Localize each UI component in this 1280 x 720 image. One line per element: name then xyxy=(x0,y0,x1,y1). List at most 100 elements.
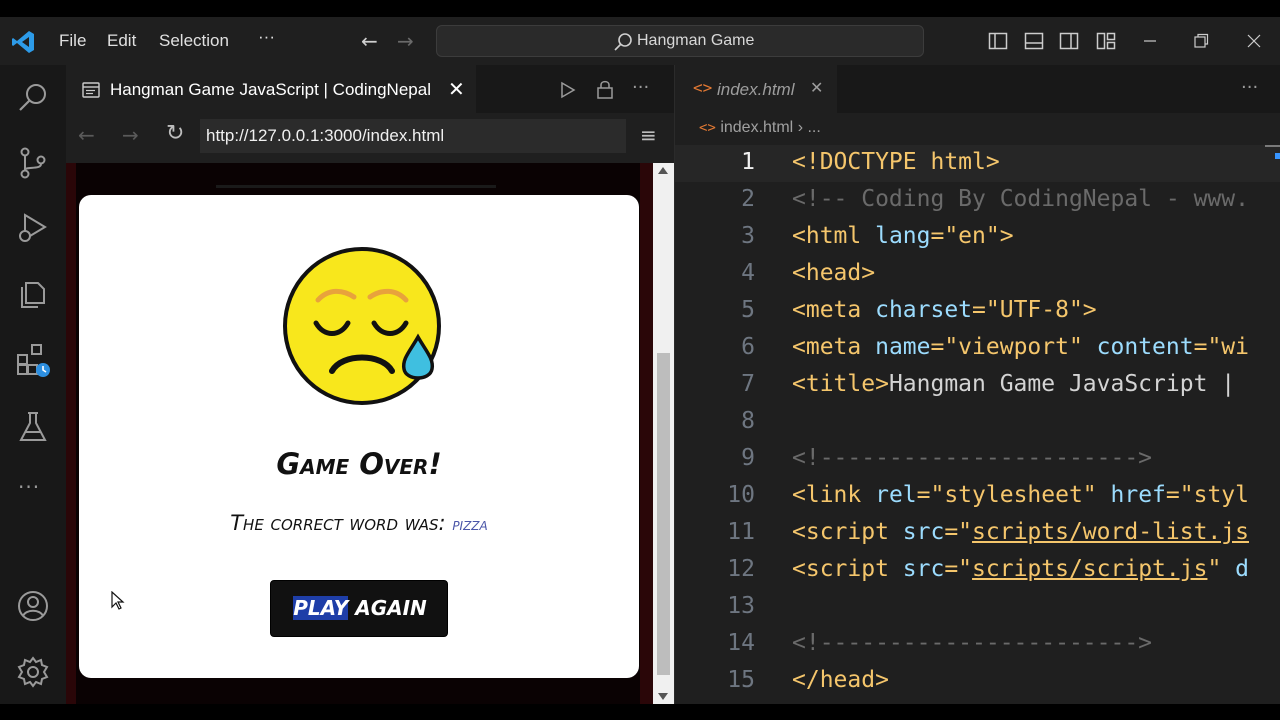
code-text: <script src="scripts/script.js" d xyxy=(792,556,1249,582)
scroll-down-icon[interactable] xyxy=(658,693,668,700)
search-icon xyxy=(614,33,632,51)
code-line[interactable]: 1 <!DOCTYPE html> xyxy=(675,145,1280,182)
code-line[interactable]: 8 xyxy=(675,404,1280,441)
run-icon[interactable] xyxy=(560,81,576,99)
code-line[interactable]: 13 xyxy=(675,589,1280,626)
line-number: 3 xyxy=(741,223,755,249)
editor-more-actions-icon[interactable]: ··· xyxy=(1241,77,1258,98)
code-text: <!-----------------------> xyxy=(792,630,1153,656)
nav-back-icon[interactable]: ← xyxy=(78,123,95,147)
play-again-label-selected: PLAY xyxy=(293,596,349,620)
code-text: <!DOCTYPE html> xyxy=(792,149,1000,175)
code-text: <link rel="stylesheet" href="styl xyxy=(792,482,1249,508)
close-tab-icon[interactable]: ✕ xyxy=(448,77,465,101)
line-number: 5 xyxy=(741,297,755,323)
explorer-icon[interactable] xyxy=(16,277,50,311)
code-area[interactable]: 1 <!DOCTYPE html> 2 <!-- Coding By CodingNe… xyxy=(675,145,1280,704)
reload-icon[interactable]: ↻ xyxy=(166,121,184,146)
correct-word-prefix: The correct word was: xyxy=(230,511,453,535)
code-text: <title>Hangman Game JavaScript | xyxy=(792,371,1236,397)
scroll-up-icon[interactable] xyxy=(658,167,668,174)
line-number: 15 xyxy=(727,667,755,693)
menu-edit[interactable]: Edit xyxy=(107,31,136,51)
code-text: <meta charset="UTF-8"> xyxy=(792,297,1097,323)
more-views-icon[interactable]: ··· xyxy=(18,475,40,499)
lock-icon[interactable] xyxy=(596,79,614,99)
menu-file[interactable]: File xyxy=(59,31,86,51)
menu-more-icon[interactable]: ··· xyxy=(258,27,275,47)
game-over-modal: Game Over! The correct word was: pizza P… xyxy=(79,195,639,678)
code-text: <!-- Coding By CodingNepal - www. xyxy=(792,186,1249,212)
line-number: 7 xyxy=(741,371,755,397)
code-line[interactable]: 9 <!-----------------------> xyxy=(675,441,1280,478)
url-input[interactable]: http://127.0.0.1:3000/index.html xyxy=(200,119,626,153)
browser-tab[interactable]: Hangman Game JavaScript | CodingNepal ✕ xyxy=(66,65,476,113)
html-file-icon: <> xyxy=(693,78,713,97)
activity-bar: ··· xyxy=(0,65,66,704)
source-control-icon[interactable] xyxy=(16,146,50,180)
code-text: <head> xyxy=(792,260,876,286)
settings-gear-icon[interactable] xyxy=(16,655,50,689)
toggle-secondary-sidebar-icon[interactable] xyxy=(1059,31,1079,51)
screen-bottom-border xyxy=(0,704,1280,720)
preview-icon xyxy=(82,82,100,98)
editor-tab-index-html[interactable]: <> index.html ✕ xyxy=(675,65,837,113)
breadcrumb-chevron-icon: › xyxy=(797,119,804,136)
page-scrollbar[interactable] xyxy=(653,163,674,704)
menu-selection[interactable]: Selection xyxy=(159,31,229,51)
close-window-icon[interactable] xyxy=(1244,31,1264,51)
more-actions-icon[interactable]: ··· xyxy=(632,77,649,98)
restore-icon[interactable] xyxy=(1191,31,1211,51)
correct-word: pizza xyxy=(452,515,488,535)
code-line[interactable]: 14 <!-----------------------> xyxy=(675,626,1280,663)
breadcrumb-file[interactable]: index.html xyxy=(720,119,793,136)
code-editor-pane: <> index.html ✕ ··· <> index.html › ... … xyxy=(674,65,1280,704)
code-line[interactable]: 4 <head> xyxy=(675,256,1280,293)
page-viewport: Game Over! The correct word was: pizza P… xyxy=(66,163,653,704)
code-line[interactable]: 2 <!-- Coding By CodingNepal - www. xyxy=(675,182,1280,219)
play-again-button[interactable]: PLAY AGAIN xyxy=(270,580,448,637)
code-line[interactable]: 15 </head> xyxy=(675,663,1280,700)
search-icon[interactable] xyxy=(16,81,50,115)
customize-layout-icon[interactable] xyxy=(1096,31,1116,51)
browser-menu-icon[interactable]: ≡ xyxy=(640,123,657,147)
code-line[interactable]: 5 <meta charset="UTF-8"> xyxy=(675,293,1280,330)
code-line[interactable]: 12 <script src="scripts/script.js" d xyxy=(675,552,1280,589)
minimize-icon[interactable] xyxy=(1140,31,1160,51)
back-arrow-icon[interactable]: ← xyxy=(361,29,378,53)
correct-word-message: The correct word was: pizza xyxy=(79,511,639,535)
testing-flask-icon[interactable] xyxy=(16,410,50,444)
title-bar: File Edit Selection ··· ← → Hangman Game xyxy=(0,17,1280,65)
code-line[interactable]: 10 <link rel="stylesheet" href="styl xyxy=(675,478,1280,515)
play-again-label-rest: AGAIN xyxy=(348,596,427,620)
run-debug-icon[interactable] xyxy=(16,211,50,245)
line-number: 4 xyxy=(741,260,755,286)
code-line[interactable]: 11 <script src="scripts/word-list.js xyxy=(675,515,1280,552)
extensions-icon[interactable] xyxy=(16,343,50,377)
play-again-label: PLAY AGAIN xyxy=(271,596,449,620)
toggle-panel-icon[interactable] xyxy=(1024,31,1044,51)
url-text: http://127.0.0.1:3000/index.html xyxy=(206,126,445,145)
line-number: 8 xyxy=(741,408,755,434)
minimap-cursor-marker xyxy=(1275,153,1280,159)
command-center-search[interactable]: Hangman Game xyxy=(436,25,924,57)
simple-browser-pane: Hangman Game JavaScript | CodingNepal ✕ … xyxy=(66,65,674,704)
line-number: 13 xyxy=(727,593,755,619)
close-editor-tab-icon[interactable]: ✕ xyxy=(810,78,823,97)
code-line[interactable]: 3 <html lang="en"> xyxy=(675,219,1280,256)
forward-arrow-icon[interactable]: → xyxy=(397,29,414,53)
nav-forward-icon[interactable]: → xyxy=(122,123,139,147)
editor-tab-label: index.html xyxy=(717,80,795,99)
breadcrumb: <> index.html › ... xyxy=(699,119,821,137)
code-text: <script src="scripts/word-list.js xyxy=(792,519,1249,545)
line-number: 9 xyxy=(741,445,755,471)
code-line[interactable]: 6 <meta name="viewport" content="wi xyxy=(675,330,1280,367)
line-number: 1 xyxy=(741,149,755,175)
code-line[interactable]: 7 <title>Hangman Game JavaScript | xyxy=(675,367,1280,404)
scroll-thumb[interactable] xyxy=(657,353,670,675)
breadcrumb-more[interactable]: ... xyxy=(807,119,820,136)
line-number: 11 xyxy=(727,519,755,545)
minimap-marker xyxy=(1265,145,1280,147)
toggle-primary-sidebar-icon[interactable] xyxy=(988,31,1008,51)
account-icon[interactable] xyxy=(16,589,50,623)
